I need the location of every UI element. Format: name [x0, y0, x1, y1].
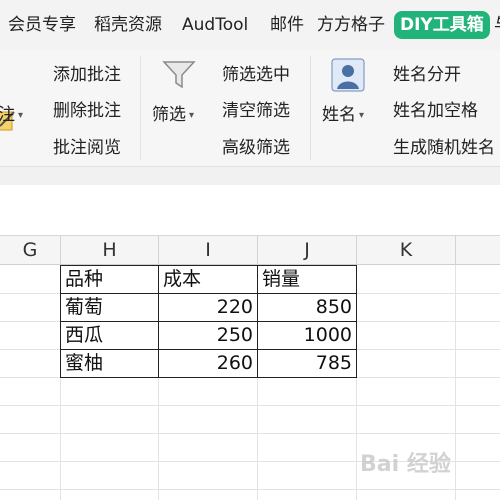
name-dropdown[interactable]: 姓名 ▾: [322, 104, 364, 127]
table-header-variety[interactable]: 品种: [61, 265, 158, 293]
grid-line: [0, 489, 500, 490]
delete-comment-button[interactable]: 删除批注: [53, 100, 121, 122]
filter-selected-button[interactable]: 筛选选中: [222, 64, 290, 86]
ribbon-separator: [140, 56, 141, 160]
name-add-space-button[interactable]: 姓名加空格: [393, 100, 478, 122]
ribbon-separator: [310, 56, 311, 160]
formula-area: [0, 185, 500, 236]
tab-mail[interactable]: 邮件: [270, 12, 304, 38]
table-cell[interactable]: 1000: [258, 321, 356, 349]
funnel-icon[interactable]: [162, 60, 196, 90]
ribbon-gap: [0, 167, 500, 185]
add-comment-button[interactable]: 添加批注: [53, 64, 121, 86]
table-cell[interactable]: 785: [258, 349, 356, 377]
table-cell[interactable]: 260: [159, 349, 257, 377]
ribbon-toolbar: 注 ▾ 添加批注 删除批注 批注阅览 筛选 ▾ 筛选选中 清空筛选 高级筛选 姓名 ▾…: [0, 50, 500, 167]
table-cell[interactable]: 西瓜: [61, 321, 158, 349]
table-cell[interactable]: 蜜柚: [61, 349, 158, 377]
menu-tab-bar: 会员专享 稻壳资源 AudTool 邮件 方方格子 DIY工具箱 与: [0, 0, 500, 50]
tab-ffcell[interactable]: 方方格子: [317, 12, 385, 38]
grid-line: [455, 265, 456, 500]
comment-dropdown[interactable]: 注 ▾: [0, 104, 23, 127]
column-header-k[interactable]: K: [357, 236, 456, 265]
filter-dropdown[interactable]: 筛选 ▾: [152, 104, 194, 127]
column-header-next[interactable]: [456, 236, 500, 265]
chevron-down-icon: ▾: [359, 110, 365, 121]
tab-overflow[interactable]: 与: [494, 12, 500, 38]
grid-line: [0, 405, 500, 406]
random-name-button[interactable]: 生成随机姓名: [393, 137, 495, 159]
watermark: Bai 经验: [360, 452, 451, 477]
tab-member[interactable]: 会员专享: [8, 12, 76, 38]
table-cell[interactable]: 220: [159, 293, 257, 321]
tab-audtool[interactable]: AudTool: [182, 12, 248, 38]
tab-docer-resources[interactable]: 稻壳资源: [94, 12, 162, 38]
column-header-i[interactable]: I: [159, 236, 258, 265]
chevron-down-icon: ▾: [18, 110, 24, 121]
column-header-j[interactable]: J: [258, 236, 357, 265]
table-cell[interactable]: 850: [258, 293, 356, 321]
column-header-h[interactable]: H: [61, 236, 159, 265]
person-icon[interactable]: [331, 58, 365, 92]
chevron-down-icon: ▾: [189, 110, 195, 121]
grid-line: [0, 433, 500, 434]
table-cell[interactable]: 葡萄: [61, 293, 158, 321]
view-comments-button[interactable]: 批注阅览: [53, 137, 121, 159]
clear-filter-button[interactable]: 清空筛选: [222, 100, 290, 122]
table-cell[interactable]: 250: [159, 321, 257, 349]
advanced-filter-button[interactable]: 高级筛选: [222, 137, 290, 159]
table-header-cost[interactable]: 成本: [159, 265, 257, 293]
split-name-button[interactable]: 姓名分开: [393, 64, 461, 86]
table-header-sales[interactable]: 销量: [258, 265, 356, 293]
column-header-g[interactable]: G: [0, 236, 61, 265]
tab-diy-toolbox[interactable]: DIY工具箱: [394, 11, 490, 39]
